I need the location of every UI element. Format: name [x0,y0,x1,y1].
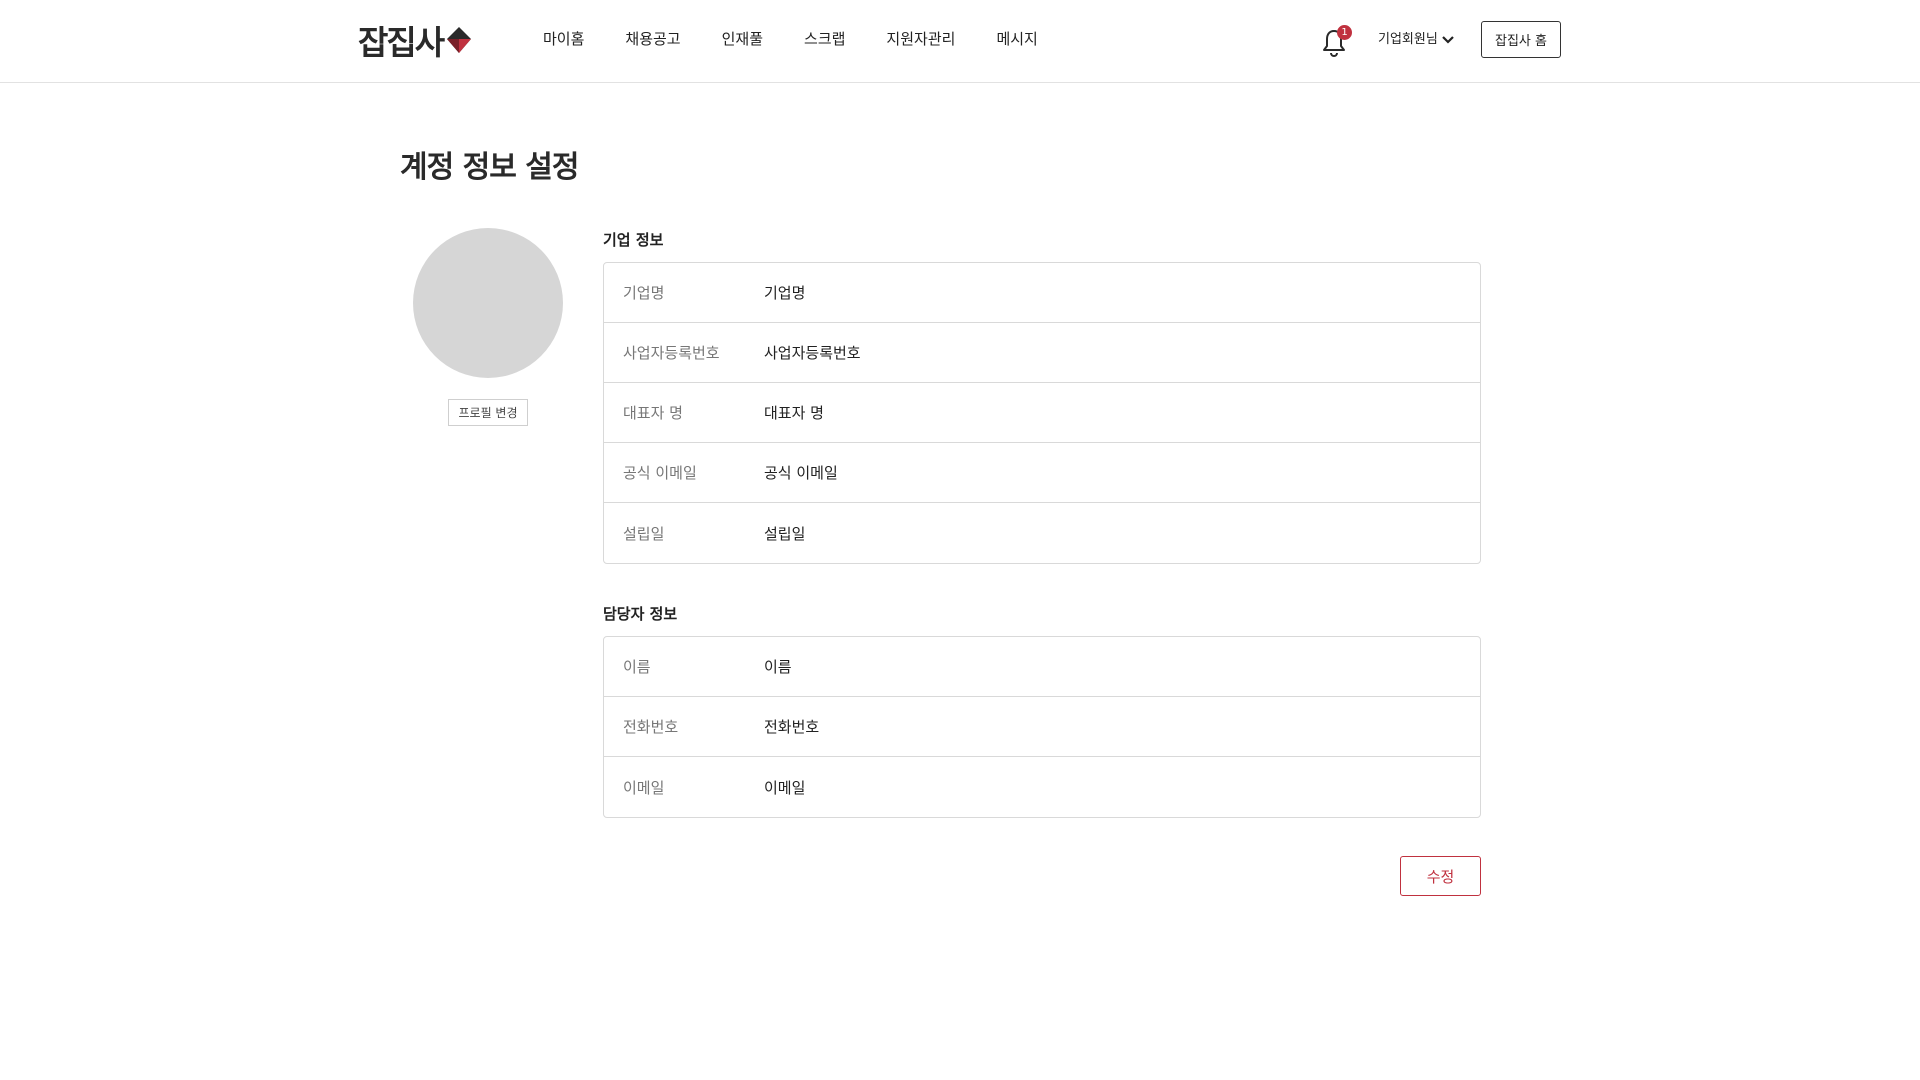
row-label: 기업명 [623,284,665,302]
row-value: 이메일 [764,778,806,797]
row-value: 전화번호 [764,718,820,736]
table-row: 대표자 명 대표자 명 [604,383,1480,443]
manager-info-table: 이름 이름 전화번호 전화번호 이메일 이메일 [603,636,1481,818]
logo[interactable]: 잡집사 [358,18,473,62]
avatar [413,228,563,378]
row-label: 사업자등록번호 [623,344,720,362]
row-value: 기업명 [764,284,806,302]
row-label: 전화번호 [623,718,679,736]
row-label: 이름 [623,658,651,676]
nav-item-messages[interactable]: 메시지 [996,27,1037,51]
edit-button[interactable]: 수정 [1400,856,1481,896]
table-row: 전화번호 전화번호 [604,697,1480,757]
notification-badge: 1 [1337,25,1352,40]
table-row: 공식 이메일 공식 이메일 [604,443,1480,503]
diamond-logo-icon [445,25,473,59]
row-value: 공식 이메일 [764,464,838,482]
nav-item-job-postings[interactable]: 채용공고 [625,27,680,51]
user-menu-dropdown[interactable]: 기업회원님 [1378,28,1455,52]
nav-item-talent-pool[interactable]: 인재풀 [722,27,763,51]
table-row: 설립일 설립일 [604,503,1480,563]
row-value: 설립일 [764,524,806,543]
home-button[interactable]: 잡집사 홈 [1481,21,1561,58]
main-nav: 마이홈 채용공고 인재풀 스크랩 지원자관리 메시지 [543,27,1079,51]
row-value: 사업자등록번호 [764,344,861,362]
nav-item-applicant-management[interactable]: 지원자관리 [886,27,955,51]
nav-item-scrap[interactable]: 스크랩 [804,27,845,51]
row-value: 이름 [764,658,792,676]
row-label: 대표자 명 [623,404,683,422]
chevron-down-icon [1442,36,1454,44]
table-row: 이메일 이메일 [604,757,1480,817]
table-row: 사업자등록번호 사업자등록번호 [604,323,1480,383]
nav-item-myhome[interactable]: 마이홈 [543,27,584,51]
company-info-table: 기업명 기업명 사업자등록번호 사업자등록번호 대표자 명 대표자 명 공식 이… [603,262,1481,564]
table-row: 기업명 기업명 [604,263,1480,323]
manager-info-title: 담당자 정보 [603,605,678,623]
row-label: 설립일 [623,524,665,543]
row-label: 공식 이메일 [623,464,697,482]
row-value: 대표자 명 [764,404,824,422]
company-info-title: 기업 정보 [603,231,664,249]
logo-text: 잡집사 [358,23,445,62]
row-label: 이메일 [623,778,665,797]
change-profile-button[interactable]: 프로필 변경 [448,399,528,426]
user-menu-label: 기업회원님 [1378,32,1438,47]
table-row: 이름 이름 [604,637,1480,697]
page-title: 계정 정보 설정 [400,150,579,185]
top-header: 잡집사 마이홈 채용공고 인재풀 스크랩 지원자관리 메시지 1 기업회원님 잡… [0,0,1920,83]
